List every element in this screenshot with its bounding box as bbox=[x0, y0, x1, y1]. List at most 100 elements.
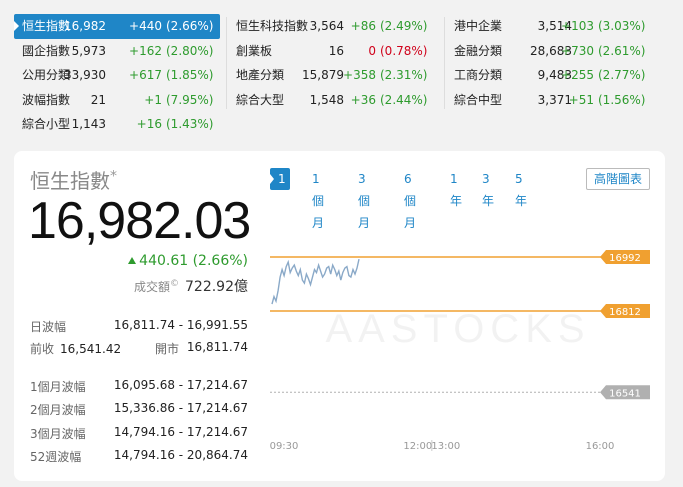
prev-close-marker-label: 16541 bbox=[609, 388, 641, 399]
ticker-name: 恒生科技指數 bbox=[236, 19, 309, 33]
ticker-change: +617 bbox=[129, 68, 162, 82]
ticker-column-2: 恒生科技指數 3,564 +86 (2.49%) 創業板 16 0 (0.78%) 地產分類 15… bbox=[228, 14, 438, 112]
copyright-icon: © bbox=[170, 279, 179, 289]
ticker-value: 15,879 bbox=[302, 68, 344, 82]
range-value: 15,336.86 - 17,214.67 bbox=[114, 401, 248, 415]
day-range-value: 16,811.74 - 16,991.55 bbox=[114, 318, 248, 332]
range-label: 3個月波幅 bbox=[30, 425, 86, 442]
selected-arrow-icon bbox=[270, 174, 274, 184]
index-detail-card: 恒生指數* 16,982.03 440.61 (2.66%) 成交額© 722.9… bbox=[14, 151, 665, 481]
range-label: 1個月波幅 bbox=[30, 378, 86, 395]
high-marker-label: 16992 bbox=[609, 253, 641, 264]
ticker-change: +730 bbox=[561, 43, 594, 58]
price-line bbox=[271, 258, 360, 305]
x-tick-label: 16:00 bbox=[586, 441, 615, 452]
index-price: 16,982.03 bbox=[28, 192, 251, 250]
open-value-text: 16,811.74 bbox=[186, 340, 248, 354]
ticker-change: +51 bbox=[568, 92, 594, 107]
ticker-value: 21 bbox=[90, 92, 106, 107]
x-tick-label: 12:00 bbox=[403, 441, 432, 452]
range-value: 14,794.16 - 17,214.67 bbox=[114, 425, 248, 439]
day-range-label: 日波幅 bbox=[30, 318, 66, 335]
prev-close-value: 16,541.42 bbox=[60, 342, 122, 356]
ticker-change: +36 bbox=[350, 92, 376, 107]
ticker-value: 1,143 bbox=[71, 117, 106, 131]
range-label: 2個月波幅 bbox=[30, 401, 86, 418]
period-tab[interactable]: 1個月 bbox=[312, 168, 324, 230]
index-title: 恒生指數* bbox=[30, 165, 117, 194]
open-label-text: 開市 bbox=[155, 342, 180, 356]
ticker-change-pct: (2.77%) bbox=[598, 68, 646, 82]
ticker-name: 創業板 bbox=[236, 43, 273, 58]
ticker-row[interactable]: 金融分類 28,683 +730 (2.61%) bbox=[446, 39, 664, 64]
ticker-row[interactable]: 國企指數 5,973 +162 (2.80%) bbox=[14, 39, 220, 64]
ticker-name: 綜合小型 bbox=[22, 117, 71, 131]
ticker-row[interactable]: 港中企業 3,514 +103 (3.03%) bbox=[446, 14, 664, 39]
ticker-name: 金融分類 bbox=[454, 43, 503, 58]
prev-close: 前收 16,541.42 bbox=[30, 340, 121, 357]
ticker-name: 地產分類 bbox=[236, 68, 285, 82]
period-tab[interactable]: 5年 bbox=[515, 168, 527, 208]
ticker-change: 0 bbox=[368, 43, 376, 58]
ticker-change-pct: (2.31%) bbox=[380, 68, 428, 82]
ticker-row[interactable]: 創業板 16 0 (0.78%) bbox=[228, 39, 438, 64]
up-arrow-icon bbox=[128, 257, 137, 264]
x-tick-label: 09:30 bbox=[270, 441, 299, 452]
ticker-row[interactable]: 綜合大型 1,548 +36 (2.44%) bbox=[228, 88, 438, 113]
ticker-value: 33,930 bbox=[64, 68, 106, 82]
ticker-name: 公用分類 bbox=[22, 68, 71, 82]
ticker-change-pct: (2.80%) bbox=[166, 43, 214, 58]
open-value: 16,811.74 bbox=[187, 340, 248, 354]
ticker-row[interactable]: 恒生科技指數 3,564 +86 (2.49%) bbox=[228, 14, 438, 39]
ticker-name: 港中企業 bbox=[454, 19, 503, 33]
ticker-change: +86 bbox=[350, 19, 376, 33]
ticker-change: +103 bbox=[561, 19, 594, 33]
index-change: 440.61 (2.66%) bbox=[128, 253, 248, 269]
index-footnote-marker: * bbox=[110, 168, 117, 185]
ticker-row[interactable]: 工商分類 9,483 +255 (2.77%) bbox=[446, 63, 664, 88]
ticker-change-pct: (2.61%) bbox=[598, 43, 646, 58]
period-tab[interactable]: 1年 bbox=[450, 168, 462, 208]
column-divider bbox=[226, 17, 227, 109]
index-name: 恒生指數 bbox=[30, 169, 110, 193]
ticker-row[interactable]: 波幅指數 21 +1 (7.95%) bbox=[14, 88, 220, 113]
ticker-value: 1,548 bbox=[309, 92, 344, 107]
ticker-row[interactable]: 綜合中型 3,371 +51 (1.56%) bbox=[446, 88, 664, 113]
ticker-value: 16,982 bbox=[64, 19, 106, 33]
range-value-text: 14,794.16 - 20,864.74 bbox=[113, 447, 248, 462]
ticker-change-pct: (2.49%) bbox=[380, 19, 428, 33]
ticker-name: 工商分類 bbox=[454, 68, 503, 82]
intraday-chart: AASTOCKS 16992 16812 16541 09:30 12:00 13:00 16… bbox=[270, 250, 650, 452]
advanced-chart-button[interactable]: 高階圖表 bbox=[586, 168, 650, 190]
ticker-change: +440 bbox=[129, 19, 162, 33]
range-value: 14,794.16 - 20,864.74 bbox=[114, 448, 248, 462]
ticker-row[interactable]: 地產分類 15,879 +358 (2.31%) bbox=[228, 63, 438, 88]
ticker-value: 3,564 bbox=[309, 19, 344, 33]
ticker-row[interactable]: 公用分類 33,930 +617 (1.85%) bbox=[14, 63, 220, 88]
ticker-change: +1 bbox=[144, 92, 162, 107]
ticker-change-pct: (2.66%) bbox=[166, 19, 214, 33]
ticker-change: +255 bbox=[561, 68, 594, 82]
ticker-change: +358 bbox=[343, 68, 376, 82]
range-value-text: 15,336.86 - 17,214.67 bbox=[113, 401, 248, 416]
selected-arrow-icon bbox=[14, 21, 19, 31]
range-label: 52週波幅 bbox=[30, 448, 81, 465]
ticker-row[interactable]: 恒生指數 16,982 +440 (2.66%) bbox=[14, 14, 220, 39]
ticker-row[interactable]: 綜合小型 1,143 +16 (1.43%) bbox=[14, 112, 220, 137]
turnover: 成交額© 722.92億 bbox=[134, 276, 248, 296]
period-tab[interactable]: 1日 bbox=[270, 168, 290, 208]
ticker-name: 國企指數 bbox=[22, 43, 71, 58]
range-value-text: 16,095.68 - 17,214.67 bbox=[113, 378, 248, 392]
x-tick-label: 13:00 bbox=[431, 441, 460, 452]
period-tab[interactable]: 3年 bbox=[482, 168, 494, 208]
low-marker-label: 16812 bbox=[609, 307, 641, 318]
ticker-change-pct: (1.56%) bbox=[598, 92, 646, 107]
ticker-change-pct: (2.44%) bbox=[380, 92, 428, 107]
ticker-change-pct: (0.78%) bbox=[380, 43, 428, 58]
ticker-change-pct: (1.85%) bbox=[166, 68, 214, 82]
ticker-value: 3,371 bbox=[537, 92, 572, 107]
period-tab[interactable]: 6個月 bbox=[404, 168, 416, 230]
period-tab[interactable]: 3個月 bbox=[358, 168, 370, 230]
ticker-change-pct: (1.43%) bbox=[166, 117, 214, 131]
ticker-change: +162 bbox=[129, 43, 162, 58]
